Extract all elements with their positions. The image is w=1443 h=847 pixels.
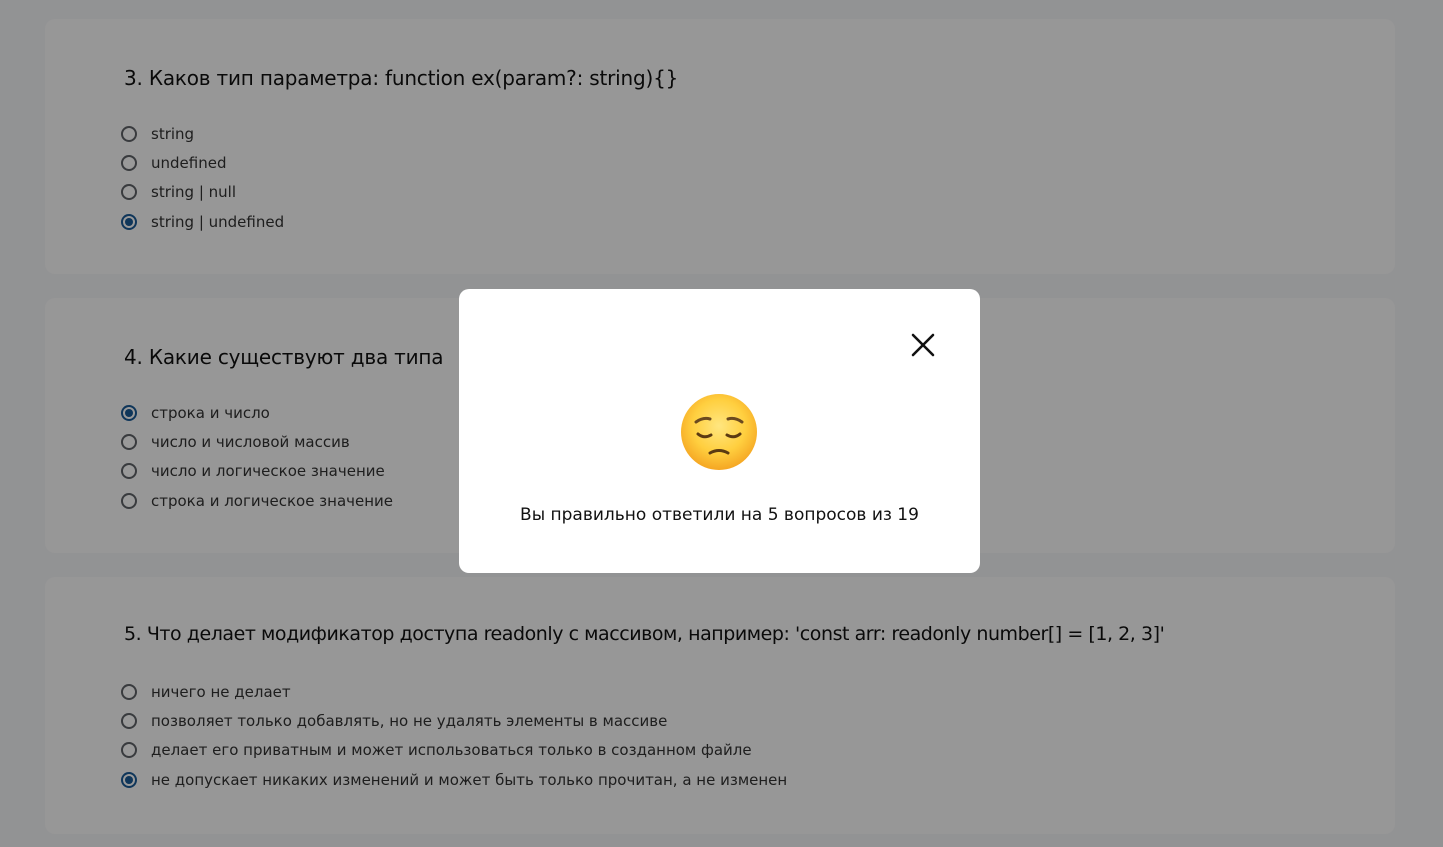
result-message: Вы правильно ответили на 5 вопросов из 1… — [520, 505, 919, 525]
close-icon — [911, 333, 935, 357]
close-button[interactable] — [907, 329, 939, 361]
quiz-page: 3. Каков тип параметра: function ex(para… — [0, 0, 1443, 847]
pensive-face-icon — [681, 394, 757, 470]
result-modal: Вы правильно ответили на 5 вопросов из 1… — [459, 289, 980, 573]
